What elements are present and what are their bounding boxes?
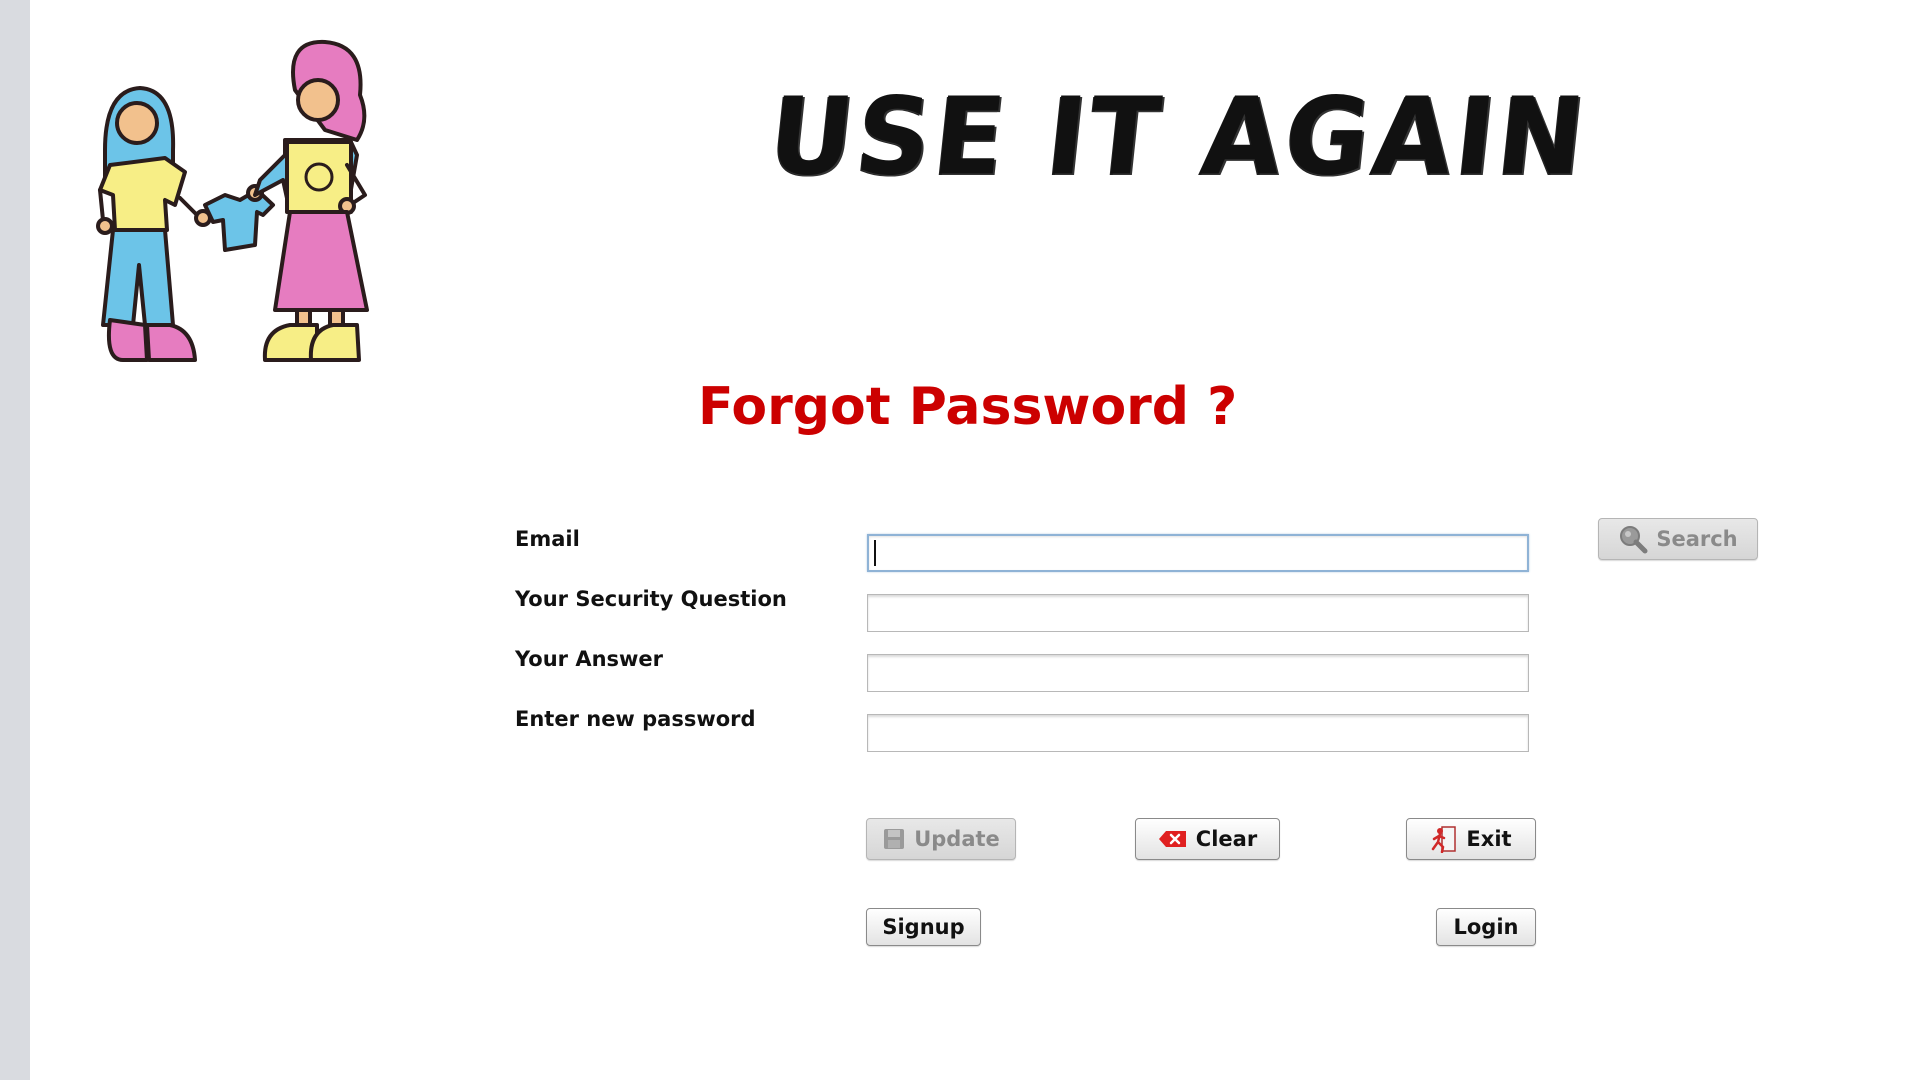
answer-label: Your Answer <box>515 647 664 671</box>
floppy-disk-icon <box>884 829 905 849</box>
signup-button-label: Signup <box>882 915 965 939</box>
search-button-label: Search <box>1656 527 1738 551</box>
exit-button-label: Exit <box>1466 827 1512 851</box>
update-button[interactable]: Update <box>866 818 1016 860</box>
app-title: USE IT AGAIN <box>763 75 1595 200</box>
clear-button[interactable]: Clear <box>1135 818 1280 860</box>
login-button-label: Login <box>1453 915 1519 939</box>
clear-button-label: Clear <box>1195 827 1258 851</box>
page-heading: Forgot Password ? <box>698 377 1238 437</box>
new-password-input[interactable] <box>867 714 1529 752</box>
clothes-exchange-illustration <box>96 39 369 362</box>
email-input[interactable] <box>867 534 1529 572</box>
search-button[interactable]: Search <box>1598 518 1758 560</box>
login-button[interactable]: Login <box>1436 908 1536 946</box>
security-question-input[interactable] <box>867 594 1529 632</box>
exit-button[interactable]: Exit <box>1406 818 1536 860</box>
new-password-label: Enter new password <box>515 707 756 731</box>
signup-button[interactable]: Signup <box>866 908 981 946</box>
red-eraser-icon <box>1158 831 1186 847</box>
magnifier-icon <box>1620 526 1648 554</box>
text-caret <box>874 540 876 566</box>
answer-input[interactable] <box>867 654 1529 692</box>
update-button-label: Update <box>914 827 1000 851</box>
security-question-label: Your Security Question <box>515 587 787 611</box>
left-edge-strip <box>0 0 30 1080</box>
email-label: Email <box>515 527 580 551</box>
exit-door-icon <box>1432 826 1457 853</box>
